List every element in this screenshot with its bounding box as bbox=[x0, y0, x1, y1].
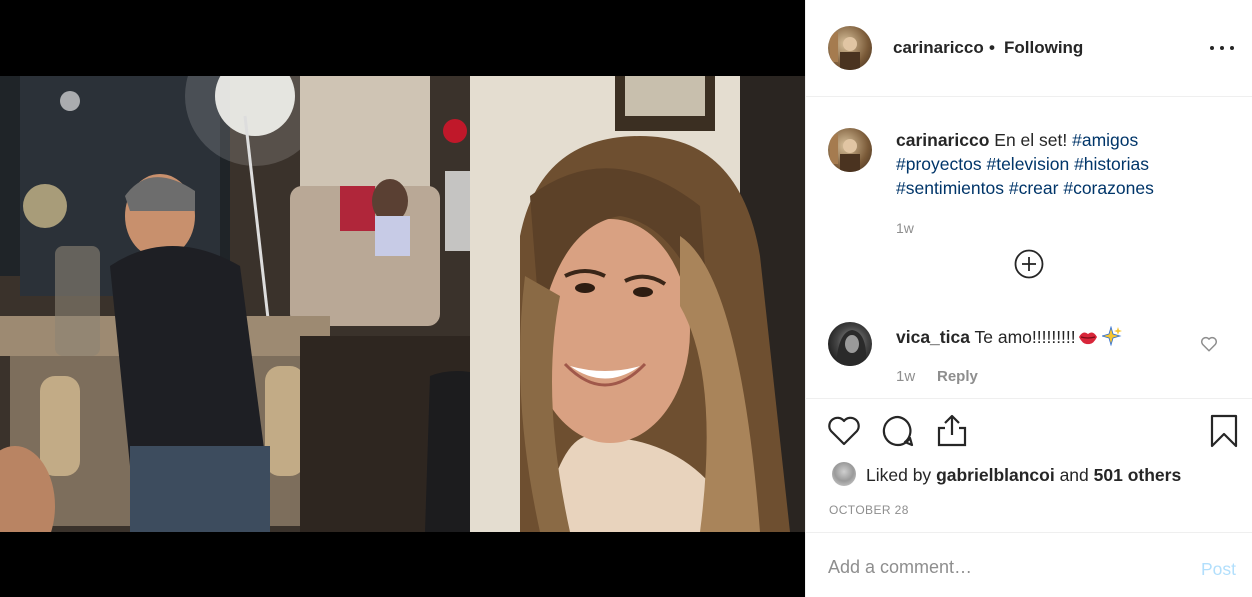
bookmark-icon[interactable] bbox=[1206, 413, 1242, 449]
comment-timestamp[interactable]: 1w bbox=[896, 368, 915, 385]
caption-body: En el set! bbox=[994, 130, 1068, 150]
sparkles-icon bbox=[1100, 325, 1122, 352]
share-icon[interactable] bbox=[934, 413, 970, 449]
hashtag-link[interactable]: #amigos bbox=[1072, 130, 1138, 150]
hashtag-link[interactable]: #proyectos bbox=[896, 154, 982, 174]
post-side-panel: carinaricco • Following carinaricco En e… bbox=[805, 0, 1252, 597]
caption-author-avatar[interactable] bbox=[828, 128, 872, 172]
hashtag-link[interactable]: #corazones bbox=[1063, 178, 1153, 198]
hashtag-link[interactable]: #sentimientos bbox=[896, 178, 1004, 198]
post-header: carinaricco • Following bbox=[806, 0, 1252, 97]
caption-text: carinaricco En el set! #amigos #proyecto… bbox=[896, 128, 1196, 200]
author-username[interactable]: carinaricco bbox=[893, 38, 984, 58]
more-options-icon[interactable] bbox=[1210, 44, 1234, 52]
load-more-comments-plus-circle-icon[interactable] bbox=[1014, 249, 1044, 279]
commenter-username[interactable]: vica_tica bbox=[896, 327, 970, 347]
selfie-photo-illustration bbox=[0, 76, 805, 532]
post-date[interactable]: OCTOBER 28 bbox=[829, 503, 909, 517]
add-comment-input[interactable] bbox=[828, 555, 1168, 579]
post-media[interactable] bbox=[0, 0, 805, 597]
post-comment-button[interactable]: Post bbox=[1201, 559, 1236, 580]
following-button[interactable]: Following bbox=[1004, 38, 1083, 58]
reply-button[interactable]: Reply bbox=[937, 368, 978, 385]
hashtag-link[interactable]: #historias bbox=[1074, 154, 1149, 174]
comment-like-heart-icon[interactable] bbox=[1200, 335, 1218, 353]
comment-text: vica_tica Te amo!!!!!!!!! bbox=[896, 325, 1122, 352]
liker-username[interactable]: gabrielblancoi bbox=[936, 465, 1055, 485]
author-avatar[interactable] bbox=[828, 26, 872, 70]
post-actions: Liked by gabrielblancoi and 501 others O… bbox=[806, 399, 1252, 533]
hashtag-link[interactable]: #crear bbox=[1009, 178, 1059, 198]
header-separator: • bbox=[989, 38, 995, 57]
likes-conj: and bbox=[1059, 465, 1089, 485]
lips-icon bbox=[1078, 328, 1098, 352]
commenter-avatar[interactable] bbox=[828, 322, 872, 366]
add-comment-bar: Post bbox=[806, 533, 1252, 597]
comments-section: carinaricco En el set! #amigos #proyecto… bbox=[806, 97, 1252, 399]
caption-username[interactable]: carinaricco bbox=[896, 130, 989, 150]
comment-icon[interactable] bbox=[880, 413, 916, 449]
comment-body: Te amo!!!!!!!!! bbox=[974, 327, 1076, 347]
likes-prefix: Liked by bbox=[866, 465, 932, 485]
liker-avatar[interactable] bbox=[832, 462, 856, 486]
likes-summary: Liked by gabrielblancoi and 501 others bbox=[866, 465, 1181, 486]
hashtag-link[interactable]: #television bbox=[986, 154, 1069, 174]
post-photo[interactable] bbox=[0, 76, 805, 532]
likes-others-link[interactable]: 501 others bbox=[1094, 465, 1182, 485]
caption-timestamp[interactable]: 1w bbox=[896, 220, 914, 236]
heart-icon[interactable] bbox=[826, 413, 862, 449]
